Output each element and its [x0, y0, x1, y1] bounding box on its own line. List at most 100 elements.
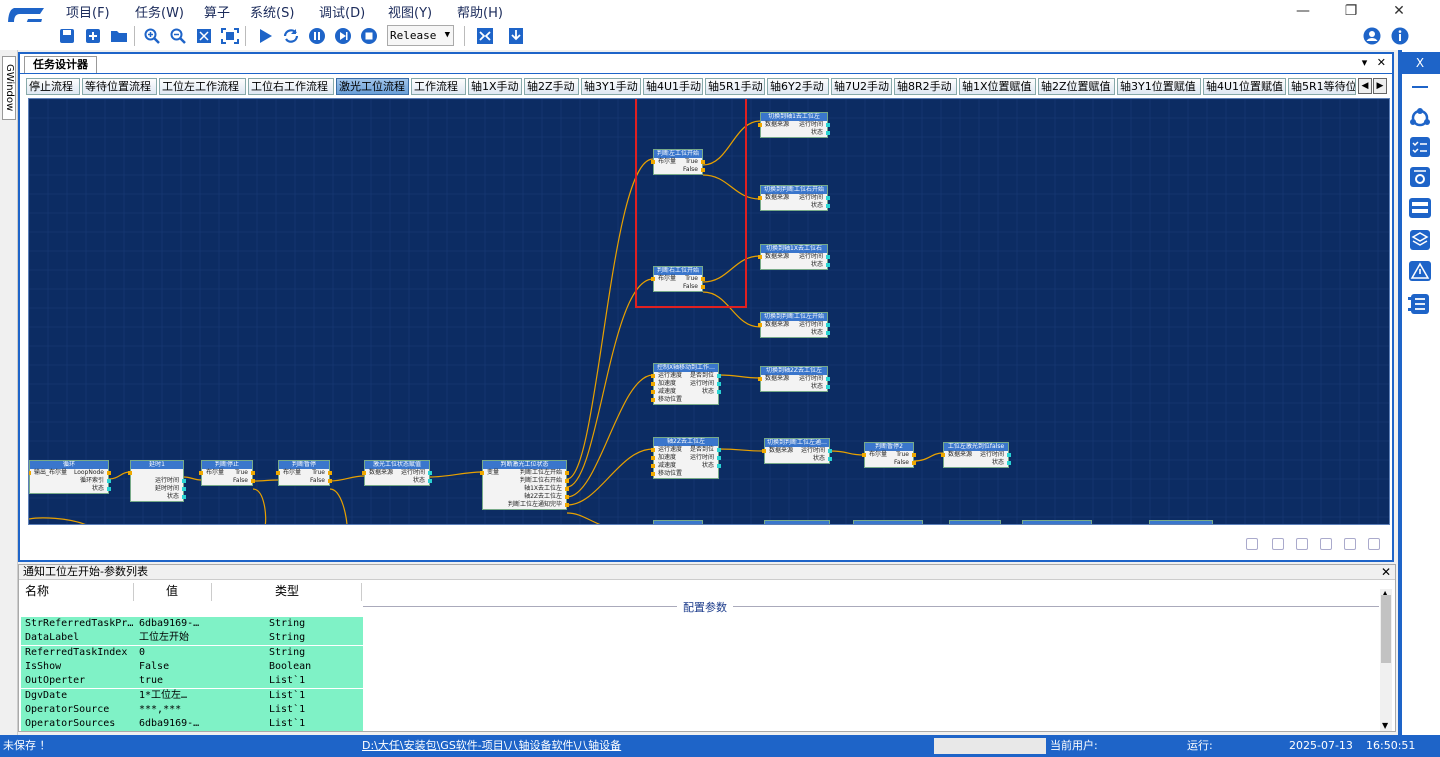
flow-node[interactable]: 判断激光工位状态 变量 判断工位左开始 判断工位右开始 轴1X去工位左 轴2Z去工位左 判断…	[480, 460, 569, 510]
flow-tab[interactable]: 轴4U1位置赋值	[1203, 78, 1286, 95]
param-row[interactable]: OutOperter true List`1	[21, 674, 363, 689]
refresh-icon[interactable]	[280, 25, 302, 47]
add-node-icon[interactable]	[1246, 538, 1258, 550]
menu-system[interactable]: 系统(S)	[250, 2, 294, 21]
output-port[interactable]	[182, 479, 186, 483]
input-port[interactable]	[651, 472, 655, 476]
output-port[interactable]	[428, 479, 432, 483]
output-port[interactable]	[826, 323, 830, 327]
output-port[interactable]	[565, 479, 569, 483]
scroll-thumb[interactable]	[1381, 595, 1391, 663]
flow-tab[interactable]: 轴7U2手动	[831, 78, 892, 95]
input-port[interactable]	[758, 255, 762, 259]
flow-node[interactable]: 工位左激光到位false 数据来源 运行时间 状态	[941, 442, 1011, 468]
flow-node-partial[interactable]	[1149, 520, 1213, 524]
open-folder-icon[interactable]	[108, 25, 130, 47]
flow-node[interactable]: 循环 输出_布尔量 LoopNode 循环索引 状态	[29, 460, 111, 494]
flow-node[interactable]: 控制X轴移动到工作… 运行速度 是否到位 加速度 运行时间 减速度 状态 移动位置	[651, 363, 721, 405]
flow-tab[interactable]: 工位左工作流程	[159, 78, 246, 95]
input-port[interactable]	[199, 471, 203, 475]
minimize-button[interactable]: —	[1280, 0, 1326, 22]
flow-tab[interactable]: 工位右工作流程	[248, 78, 334, 95]
zoom-out-icon[interactable]	[167, 25, 189, 47]
output-port[interactable]	[565, 503, 569, 507]
input-port[interactable]	[362, 471, 366, 475]
param-row[interactable]: DataLabel 工位左开始 String	[21, 631, 363, 646]
output-port[interactable]	[826, 263, 830, 267]
output-port[interactable]	[701, 168, 705, 172]
flow-node-partial[interactable]	[949, 520, 1001, 524]
flow-node[interactable]: 延时1 运行时间 延时时间 状态	[128, 460, 186, 502]
input-port[interactable]	[651, 382, 655, 386]
output-port[interactable]	[701, 285, 705, 289]
flow-tab[interactable]: 轴1X位置赋值	[959, 78, 1036, 95]
flow-node[interactable]: 切换到轴1X去工位右 数据来源 运行时间 状态	[758, 244, 830, 270]
output-port[interactable]	[826, 255, 830, 259]
output-port[interactable]	[107, 479, 111, 483]
stop-icon[interactable]	[358, 25, 380, 47]
menu-view[interactable]: 视图(Y)	[388, 2, 432, 21]
output-port[interactable]	[701, 277, 705, 281]
flow-node[interactable]: 切换到判断工位左开始 数据来源 运行时间 状态	[758, 312, 830, 338]
flow-tab[interactable]: 等待位置流程	[82, 78, 157, 95]
sidebar-close[interactable]: X	[1400, 52, 1440, 74]
flow-node[interactable]: 切换到轴1去工位左 数据来源 运行时间 状态	[758, 112, 830, 138]
param-row[interactable]: StrReferredTaskPr… 6dba9169-… String	[21, 617, 363, 631]
input-port[interactable]	[651, 160, 655, 164]
minus-icon[interactable]	[1408, 76, 1432, 100]
input-port[interactable]	[758, 377, 762, 381]
output-port[interactable]	[912, 453, 916, 457]
paste-icon[interactable]	[1296, 538, 1308, 550]
input-port[interactable]	[758, 323, 762, 327]
flow-node[interactable]: 切换到判断工位右开始 数据来源 运行时间 状态	[758, 185, 830, 211]
info-icon[interactable]	[1389, 25, 1411, 47]
output-port[interactable]	[717, 456, 721, 460]
warning-icon[interactable]	[1408, 259, 1432, 283]
save-icon[interactable]	[56, 25, 78, 47]
flow-tab[interactable]: 轴5R1手动	[705, 78, 765, 95]
output-port[interactable]	[826, 204, 830, 208]
flow-node-partial[interactable]	[1022, 520, 1092, 524]
output-port[interactable]	[107, 487, 111, 491]
output-port[interactable]	[717, 390, 721, 394]
output-port[interactable]	[701, 160, 705, 164]
output-port[interactable]	[717, 448, 721, 452]
menu-operator[interactable]: 算子	[204, 2, 230, 21]
col-header-value[interactable]: 值	[166, 582, 178, 599]
flow-node[interactable]: 切换到判断工位左通… 数据来源 运行时间 状态	[762, 438, 832, 464]
duplicate-icon[interactable]	[1320, 538, 1332, 550]
menu-task[interactable]: 任务(W)	[135, 2, 184, 21]
input-port[interactable]	[762, 449, 766, 453]
pause-icon[interactable]	[306, 25, 328, 47]
input-port[interactable]	[29, 471, 31, 475]
checklist-icon[interactable]	[1408, 135, 1432, 159]
flow-node[interactable]: 判断暂停 布尔量 True False	[276, 460, 332, 486]
param-row[interactable]: DgvDate 1*工位左… List`1	[21, 688, 363, 703]
run-icon[interactable]	[254, 25, 276, 47]
delete-icon[interactable]	[1344, 538, 1356, 550]
output-port[interactable]	[428, 471, 432, 475]
output-port[interactable]	[107, 471, 111, 475]
input-port[interactable]	[862, 453, 866, 457]
output-port[interactable]	[251, 479, 255, 483]
pin-dropdown-icon[interactable]: ▾	[1362, 56, 1368, 69]
output-port[interactable]	[912, 461, 916, 465]
output-port[interactable]	[828, 449, 832, 453]
param-row[interactable]: OperatorSource ***,*** List`1	[21, 702, 363, 717]
input-port[interactable]	[128, 471, 132, 475]
input-port[interactable]	[651, 448, 655, 452]
gwindow-tab[interactable]: GWindow	[2, 56, 16, 120]
output-port[interactable]	[826, 377, 830, 381]
flow-tab[interactable]: 激光工位流程	[336, 78, 409, 95]
output-port[interactable]	[328, 479, 332, 483]
output-port[interactable]	[1007, 461, 1011, 465]
input-port[interactable]	[651, 374, 655, 378]
output-port[interactable]	[826, 331, 830, 335]
zoom-in-icon[interactable]	[141, 25, 163, 47]
output-port[interactable]	[1007, 453, 1011, 457]
col-header-name[interactable]: 名称	[25, 582, 49, 599]
input-port[interactable]	[651, 456, 655, 460]
flow-tab[interactable]: 轴2Z手动	[524, 78, 579, 95]
output-port[interactable]	[717, 464, 721, 468]
param-close-icon[interactable]: ✕	[1381, 565, 1391, 579]
